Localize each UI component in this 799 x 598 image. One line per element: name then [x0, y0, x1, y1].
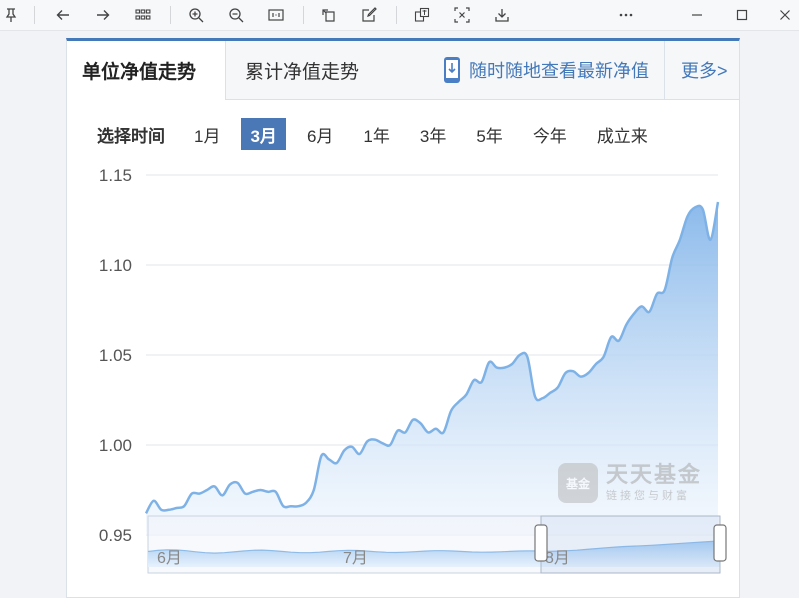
y-tick-label: 0.95 [99, 526, 132, 545]
y-axis-ticks: 0.95 1.00 1.05 1.10 1.15 [99, 166, 132, 545]
navigator-month-label: 6月 [157, 550, 182, 567]
y-tick-label: 1.10 [99, 256, 132, 275]
watermark-mark: 基金 [558, 463, 598, 503]
watermark-logo: 基金 天天基金 链接您与财富 [558, 463, 702, 503]
navigator-month-label: 7月 [343, 550, 368, 567]
watermark-name: 天天基金 [606, 462, 703, 487]
y-tick-label: 1.00 [99, 436, 132, 455]
range-navigator[interactable]: 6月 7月 8月 [147, 515, 727, 574]
navigator-left-handle[interactable] [534, 524, 548, 562]
navigator-month-label: 8月 [545, 550, 570, 567]
y-tick-label: 1.15 [99, 166, 132, 185]
watermark-slogan: 链接您与财富 [606, 490, 690, 502]
navigator-right-handle[interactable] [713, 524, 727, 562]
y-tick-label: 1.05 [99, 346, 132, 365]
